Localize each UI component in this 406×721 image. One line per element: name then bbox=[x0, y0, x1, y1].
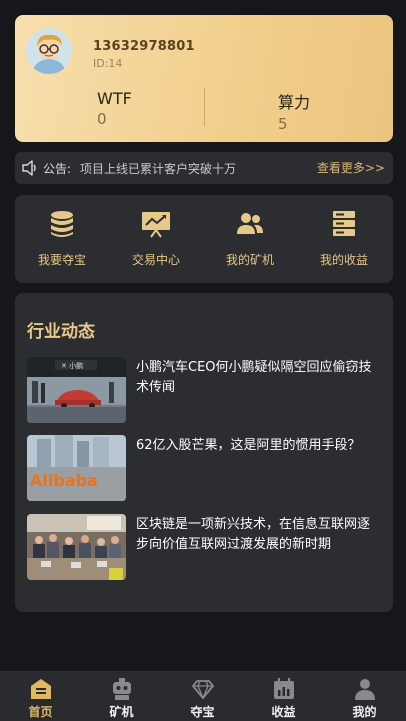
announcement-bar: 公告: 项目上线已累计客户突破十万 查看更多>> bbox=[15, 152, 393, 184]
stat-wtf[interactable]: WTF 0 bbox=[97, 89, 217, 128]
diamond-icon bbox=[192, 680, 214, 700]
stat-divider bbox=[204, 88, 205, 126]
menu-item-treasure[interactable]: 我要夺宝 bbox=[15, 195, 109, 283]
trading-chart-icon bbox=[142, 212, 170, 238]
tab-miners[interactable]: 矿机 bbox=[81, 672, 162, 721]
news-headline: 区块链是一项新兴技术，在信息互联网逐步向价值互联网过渡发展的新时期 bbox=[136, 517, 371, 552]
stat-label: WTF bbox=[97, 89, 132, 108]
menu-item-my-miners[interactable]: 我的矿机 bbox=[203, 195, 297, 283]
menu-label: 我的矿机 bbox=[225, 253, 274, 267]
news-headline: 62亿入股芒果，这是阿里的惯用手段？ bbox=[136, 438, 361, 453]
view-more-link[interactable]: 查看更多>> bbox=[317, 159, 385, 176]
stat-value: 0 bbox=[97, 110, 107, 128]
menu-label: 我的收益 bbox=[319, 253, 368, 267]
section-title: 行业动态 bbox=[27, 322, 95, 342]
menu-item-my-earnings[interactable]: 我的收益 bbox=[297, 195, 391, 283]
tab-treasure[interactable]: 夺宝 bbox=[162, 672, 243, 721]
news-thumbnail-alibaba: Alibaba bbox=[27, 435, 126, 501]
stat-label: 算力 bbox=[278, 93, 311, 112]
users-icon bbox=[237, 213, 263, 234]
robot-icon bbox=[113, 678, 131, 700]
tab-earnings[interactable]: 收益 bbox=[243, 672, 324, 721]
stat-hashpower[interactable]: 算力 5 bbox=[278, 89, 398, 133]
person-icon bbox=[355, 679, 375, 700]
calendar-chart-icon bbox=[274, 678, 294, 699]
tab-home[interactable]: 首页 bbox=[0, 672, 81, 721]
user-card: 13632978801 ID:14 WTF 0 算力 5 bbox=[15, 15, 393, 142]
home-icon bbox=[31, 679, 51, 699]
stat-value: 5 bbox=[278, 115, 288, 133]
tab-label: 矿机 bbox=[109, 705, 134, 719]
user-phone: 13632978801 bbox=[93, 39, 195, 54]
news-item[interactable]: Alibaba 62亿入股芒果，这是阿里的惯用手段？ bbox=[27, 435, 383, 501]
news-item[interactable]: ✕ 小鹏 小鹏汽车CEO何小鹏疑似隔空回应偷窃技术传闻 bbox=[27, 357, 383, 423]
menu-label: 交易中心 bbox=[131, 253, 180, 267]
speaker-icon bbox=[22, 160, 36, 176]
news-thumbnail-conference bbox=[27, 514, 126, 580]
news-headline: 小鹏汽车CEO何小鹏疑似隔空回应偷窃技术传闻 bbox=[136, 360, 372, 395]
user-id: ID:14 bbox=[93, 57, 123, 70]
avatar[interactable] bbox=[26, 28, 72, 74]
news-item[interactable]: 区块链是一项新兴技术，在信息互联网逐步向价值互联网过渡发展的新时期 bbox=[27, 514, 383, 580]
bottom-tab-bar: 首页 矿机 夺宝 收益 我的 bbox=[0, 671, 406, 721]
news-thumbnail-car-showroom: ✕ 小鹏 bbox=[27, 357, 126, 423]
menu-label: 我要夺宝 bbox=[37, 253, 86, 267]
tab-label: 收益 bbox=[271, 705, 296, 719]
announcement-text[interactable]: 项目上线已累计客户突破十万 bbox=[80, 160, 236, 177]
thumb-text: Alibaba bbox=[30, 471, 98, 490]
industry-news-panel: 行业动态 ✕ 小鹏 小鹏汽车CEO何小鹏疑似隔空回应偷窃技术传闻 Alibaba… bbox=[15, 293, 393, 612]
tab-label: 我的 bbox=[352, 705, 377, 719]
svg-text:✕ 小鹏: ✕ 小鹏 bbox=[61, 361, 83, 370]
coins-stack-icon bbox=[51, 211, 73, 237]
quick-menu: 我要夺宝 交易中心 我的矿机 我的收益 bbox=[15, 195, 393, 283]
tab-label: 首页 bbox=[28, 705, 53, 719]
menu-item-trading[interactable]: 交易中心 bbox=[109, 195, 203, 283]
server-icon bbox=[333, 211, 355, 236]
announcement-tag: 公告: bbox=[43, 162, 72, 176]
tab-label: 夺宝 bbox=[190, 705, 215, 719]
tab-me[interactable]: 我的 bbox=[324, 672, 405, 721]
